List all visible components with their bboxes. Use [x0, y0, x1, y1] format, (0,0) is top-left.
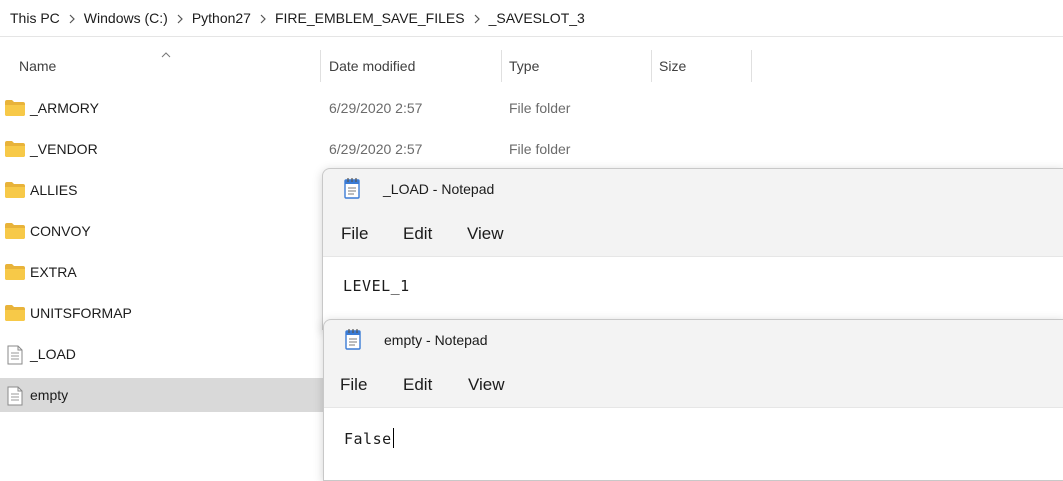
folder-icon [5, 222, 25, 240]
text-editor[interactable]: False [324, 407, 1063, 480]
column-header: Name Date modified Type Size [0, 44, 760, 84]
window-title: empty - Notepad [384, 332, 488, 348]
breadcrumb-windows-c[interactable]: Windows (C:) [84, 10, 168, 26]
menu-view[interactable]: View [468, 360, 505, 410]
text-file-icon [5, 345, 25, 365]
chevron-right-icon[interactable] [251, 11, 275, 25]
file-name: _LOAD [30, 346, 76, 362]
folder-icon [5, 99, 25, 117]
file-name: _VENDOR [30, 141, 98, 157]
file-date: 6/29/2020 2:57 [329, 141, 423, 157]
file-type: File folder [509, 100, 571, 116]
list-item[interactable]: UNITSFORMAP [0, 296, 322, 330]
menu-view[interactable]: View [467, 209, 504, 259]
notepad-title-bar[interactable]: empty - Notepad [324, 320, 1063, 360]
text-cursor [392, 428, 394, 448]
editor-content: False [344, 428, 394, 448]
breadcrumb-python27[interactable]: Python27 [192, 10, 251, 26]
file-name: empty [30, 387, 69, 403]
file-name: CONVOY [30, 223, 91, 239]
menu-edit[interactable]: Edit [403, 360, 432, 410]
list-item[interactable]: _ARMORY 6/29/2020 2:57 File folder [0, 91, 570, 125]
window-title: _LOAD - Notepad [383, 181, 495, 197]
file-name: ALLIES [30, 182, 78, 198]
folder-icon [5, 304, 25, 322]
menu-bar: File Edit View [323, 209, 1063, 255]
column-type[interactable]: Type [509, 44, 539, 84]
folder-icon [5, 181, 25, 199]
list-item[interactable]: ALLIES [0, 173, 322, 207]
folder-icon [5, 263, 25, 281]
file-name: UNITSFORMAP [30, 305, 132, 321]
sort-ascending-icon [161, 46, 171, 62]
notepad-window-empty[interactable]: empty - Notepad File Edit View False [323, 319, 1063, 481]
file-name: EXTRA [30, 264, 77, 280]
chevron-right-icon[interactable] [60, 11, 84, 25]
breadcrumb-this-pc[interactable]: This PC [10, 10, 60, 26]
notepad-title-bar[interactable]: _LOAD - Notepad [323, 169, 1063, 209]
editor-text: False [344, 430, 392, 448]
list-item[interactable]: _VENDOR 6/29/2020 2:57 File folder [0, 132, 570, 166]
file-name: _ARMORY [30, 100, 99, 116]
column-divider[interactable] [651, 50, 652, 82]
list-item[interactable]: _LOAD [0, 337, 322, 371]
breadcrumb: This PC Windows (C:) Python27 FIRE_EMBLE… [0, 0, 1063, 37]
list-item[interactable]: EXTRA [0, 255, 322, 289]
folder-icon [5, 140, 25, 158]
breadcrumb-fire-emblem-save-files[interactable]: FIRE_EMBLEM_SAVE_FILES [275, 10, 465, 26]
column-divider[interactable] [320, 50, 321, 82]
column-divider[interactable] [501, 50, 502, 82]
notepad-icon [344, 328, 362, 350]
text-file-icon [5, 386, 25, 406]
file-date: 6/29/2020 2:57 [329, 100, 423, 116]
breadcrumb-saveslot-3[interactable]: _SAVESLOT_3 [489, 10, 585, 26]
chevron-right-icon[interactable] [465, 11, 489, 25]
menu-file[interactable]: File [341, 209, 368, 259]
list-item[interactable]: empty [0, 378, 330, 412]
menu-edit[interactable]: Edit [403, 209, 432, 259]
menu-bar: File Edit View [324, 360, 1063, 406]
chevron-right-icon[interactable] [168, 11, 192, 25]
list-item[interactable]: CONVOY [0, 214, 322, 248]
column-date-modified[interactable]: Date modified [329, 44, 415, 84]
notepad-window-load[interactable]: _LOAD - Notepad File Edit View LEVEL_1 [322, 168, 1063, 330]
column-name[interactable]: Name [19, 44, 56, 84]
file-type: File folder [509, 141, 571, 157]
menu-file[interactable]: File [340, 360, 367, 410]
column-divider[interactable] [751, 50, 752, 82]
notepad-icon [343, 177, 361, 199]
column-size[interactable]: Size [659, 44, 686, 84]
editor-content: LEVEL_1 [343, 277, 410, 295]
